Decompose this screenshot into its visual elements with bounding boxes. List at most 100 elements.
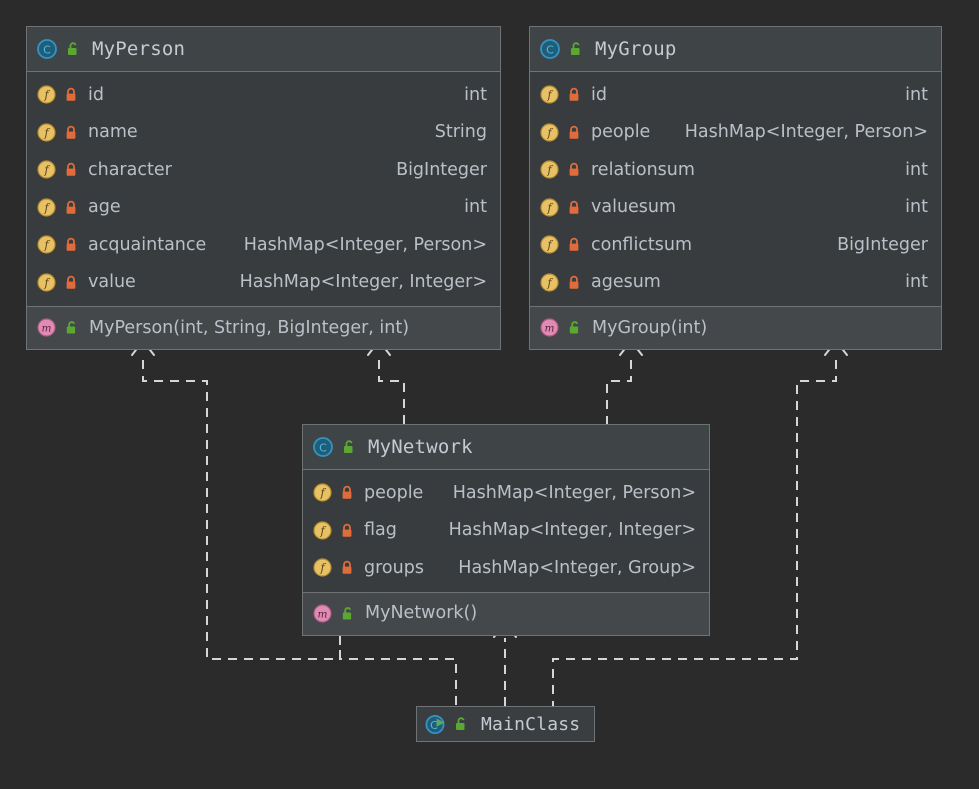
- methods-section-my-person: m MyPerson(int, String, BigInteger, int): [27, 306, 500, 349]
- field-name: id: [591, 85, 607, 105]
- lock-icon: [65, 162, 77, 177]
- field-icon: f: [37, 160, 56, 179]
- field-row[interactable]: f character BigInteger: [27, 151, 500, 189]
- field-icon: f: [37, 235, 56, 254]
- field-name: name: [88, 122, 138, 142]
- lock-icon: [341, 523, 353, 538]
- field-row[interactable]: f age int: [27, 189, 500, 227]
- field-name: flag: [364, 520, 397, 540]
- unlock-icon: [341, 606, 354, 621]
- field-row[interactable]: f flag HashMap<Integer, Integer>: [303, 512, 709, 550]
- method-icon: m: [37, 318, 56, 337]
- field-type: HashMap<Integer, Person>: [236, 235, 487, 255]
- field-name: value: [88, 272, 136, 292]
- field-icon: f: [540, 123, 559, 142]
- field-icon: f: [37, 273, 56, 292]
- unlock-icon: [568, 320, 581, 335]
- method-icon: m: [540, 318, 559, 337]
- svg-text:m: m: [42, 323, 52, 335]
- class-box-main-class[interactable]: C MainClass: [416, 706, 595, 742]
- lock-icon: [568, 275, 580, 290]
- class-icon: C: [37, 39, 57, 59]
- field-row[interactable]: f id int: [27, 76, 500, 114]
- lock-icon: [65, 275, 77, 290]
- field-name: relationsum: [591, 160, 695, 180]
- fields-section-my-group: f id int f people HashMap<Integer, Perso…: [530, 72, 941, 306]
- field-icon: f: [313, 483, 332, 502]
- fields-section-my-person: f id int f name: [27, 72, 500, 306]
- class-icon: C: [540, 39, 560, 59]
- class-title: MainClass: [481, 714, 580, 735]
- field-row[interactable]: f id int: [530, 76, 941, 114]
- field-row[interactable]: f relationsum int: [530, 151, 941, 189]
- field-name: character: [88, 160, 172, 180]
- class-header-main-class[interactable]: C MainClass: [417, 707, 594, 741]
- field-row[interactable]: f valuesum int: [530, 189, 941, 227]
- lock-icon: [341, 485, 353, 500]
- class-box-my-group[interactable]: C MyGroup f id int: [529, 26, 942, 350]
- field-row[interactable]: f people HashMap<Integer, Person>: [530, 114, 941, 152]
- methods-section-my-group: m MyGroup(int): [530, 306, 941, 349]
- field-row[interactable]: f agesum int: [530, 264, 941, 302]
- uml-diagram-canvas: C MyPerson f: [0, 0, 979, 789]
- unlock-icon: [569, 41, 583, 57]
- field-type: int: [456, 197, 487, 217]
- class-icon: C: [313, 437, 333, 457]
- field-icon: f: [313, 521, 332, 540]
- field-row[interactable]: f value HashMap<Integer, Integer>: [27, 264, 500, 302]
- field-icon: f: [540, 273, 559, 292]
- unlock-icon: [454, 716, 468, 732]
- field-icon: f: [540, 85, 559, 104]
- lock-icon: [568, 200, 580, 215]
- svg-text:m: m: [318, 608, 328, 620]
- field-type: int: [456, 85, 487, 105]
- lock-icon: [65, 237, 77, 252]
- field-row[interactable]: f groups HashMap<Integer, Group>: [303, 549, 709, 587]
- field-row[interactable]: f people HashMap<Integer, Person>: [303, 474, 709, 512]
- field-name: people: [591, 122, 650, 142]
- lock-icon: [65, 125, 77, 140]
- field-type: HashMap<Integer, Integer>: [441, 520, 696, 540]
- field-name: acquaintance: [88, 235, 206, 255]
- method-signature: MyNetwork(): [365, 603, 477, 623]
- unlock-icon: [65, 320, 78, 335]
- field-row[interactable]: f acquaintance HashMap<Integer, Person>: [27, 226, 500, 264]
- field-row[interactable]: f conflictsum BigInteger: [530, 226, 941, 264]
- field-row[interactable]: f name String: [27, 114, 500, 152]
- field-name: conflictsum: [591, 235, 692, 255]
- field-name: age: [88, 197, 121, 217]
- unlock-icon: [66, 41, 80, 57]
- svg-text:C: C: [319, 442, 327, 455]
- field-icon: f: [313, 558, 332, 577]
- field-icon: f: [540, 235, 559, 254]
- field-type: int: [897, 160, 928, 180]
- lock-icon: [568, 125, 580, 140]
- class-header-my-group[interactable]: C MyGroup: [530, 27, 941, 72]
- field-icon: f: [37, 123, 56, 142]
- lock-icon: [568, 87, 580, 102]
- class-title: MyPerson: [92, 38, 185, 60]
- field-type: HashMap<Integer, Person>: [445, 483, 696, 503]
- field-icon: f: [540, 198, 559, 217]
- field-name: people: [364, 483, 423, 503]
- method-row[interactable]: m MyNetwork(): [303, 596, 709, 631]
- class-header-my-person[interactable]: C MyPerson: [27, 27, 500, 72]
- field-type: BigInteger: [388, 160, 487, 180]
- field-icon: f: [37, 85, 56, 104]
- method-signature: MyPerson(int, String, BigInteger, int): [89, 318, 409, 338]
- class-header-my-network[interactable]: C MyNetwork: [303, 425, 709, 470]
- method-row[interactable]: m MyGroup(int): [530, 310, 941, 345]
- field-name: valuesum: [591, 197, 676, 217]
- field-type: int: [897, 197, 928, 217]
- field-icon: f: [540, 160, 559, 179]
- fields-section-my-network: f people HashMap<Integer, Person> f flag…: [303, 470, 709, 592]
- field-name: id: [88, 85, 104, 105]
- class-box-my-person[interactable]: C MyPerson f: [26, 26, 501, 350]
- method-icon: m: [313, 604, 332, 623]
- field-name: groups: [364, 558, 424, 578]
- edge-network-to-person-b: [379, 360, 404, 424]
- field-type: int: [897, 272, 928, 292]
- method-row[interactable]: m MyPerson(int, String, BigInteger, int): [27, 310, 500, 345]
- class-box-my-network[interactable]: C MyNetwork f people HashMap<Inte: [302, 424, 710, 636]
- lock-icon: [65, 87, 77, 102]
